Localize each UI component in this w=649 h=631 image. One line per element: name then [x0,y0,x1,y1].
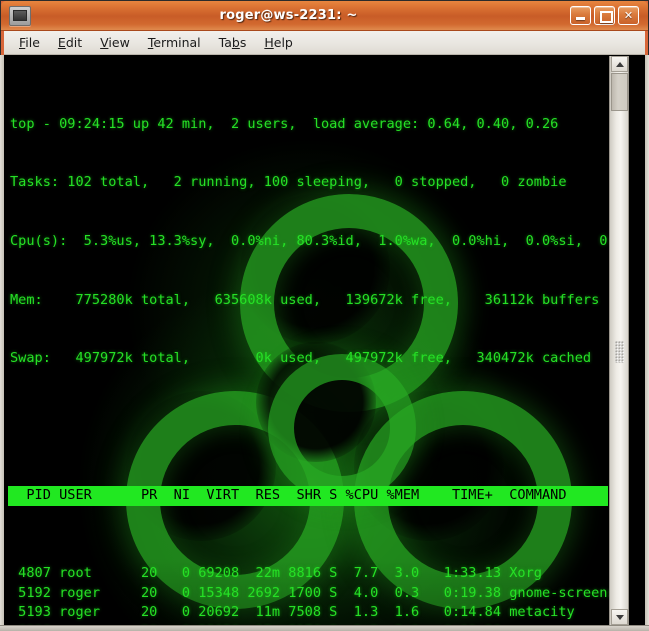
top-cpu-line: Cpu(s): 5.3%us, 13.3%sy, 0.0%ni, 80.3%id… [10,232,610,249]
scrollbar-grip [615,341,624,363]
window-titlebar[interactable]: roger@ws-2231: ~ ✕ [1,1,648,31]
menu-item-terminal[interactable]: Terminal [139,33,210,52]
top-swap-line: Swap: 497972k total, 0k used, 497972k fr… [10,350,592,367]
scrollbar-thumb[interactable] [611,73,628,111]
terminal-window: roger@ws-2231: ~ ✕ File Edit View Termin… [0,0,649,631]
top-summary-line: top - 09:24:15 up 42 min, 2 users, load … [10,115,559,132]
table-row: 5193 roger 20 0 20692 11m 7508 S 1.3 1.6… [10,604,575,621]
terminal-scrollbar[interactable] [609,56,629,625]
menubar: File Edit View Terminal Tabs Help [4,31,645,55]
process-table-header: PID USER PR NI VIRT RES SHR S %CPU %MEM … [8,486,608,506]
scroll-down-icon[interactable] [611,609,628,625]
process-table-body: 4807 root 20 0 69208 22m 8816 S 7.7 3.0 … [8,564,610,625]
window-title: roger@ws-2231: ~ [219,8,358,23]
menu-item-edit[interactable]: Edit [49,33,91,52]
window-right-edge [645,55,649,626]
menu-item-help[interactable]: Help [255,33,302,52]
table-row: 4807 root 20 0 69208 22m 8816 S 7.7 3.0 … [10,565,542,582]
menu-item-file[interactable]: File [10,33,49,52]
window-controls: ✕ [570,6,639,25]
menu-item-view[interactable]: View [91,33,139,52]
terminal-area[interactable]: top - 09:24:15 up 42 min, 2 users, load … [4,55,645,626]
terminal-screen[interactable]: top - 09:24:15 up 42 min, 2 users, load … [8,56,610,625]
scroll-up-icon[interactable] [611,56,628,72]
window-bottom-edge [0,625,649,631]
maximize-button[interactable] [594,6,615,25]
close-button[interactable]: ✕ [618,6,639,25]
top-output: top - 09:24:15 up 42 min, 2 users, load … [8,56,610,625]
top-mem-line: Mem: 775280k total, 635608k used, 139672… [10,291,600,308]
menu-item-tabs[interactable]: Tabs [210,33,256,52]
top-tasks-line: Tasks: 102 total, 2 running, 100 sleepin… [10,174,567,191]
minimize-button[interactable] [570,6,591,25]
table-row: 5192 roger 20 0 15348 2692 1700 S 4.0 0.… [10,584,610,601]
